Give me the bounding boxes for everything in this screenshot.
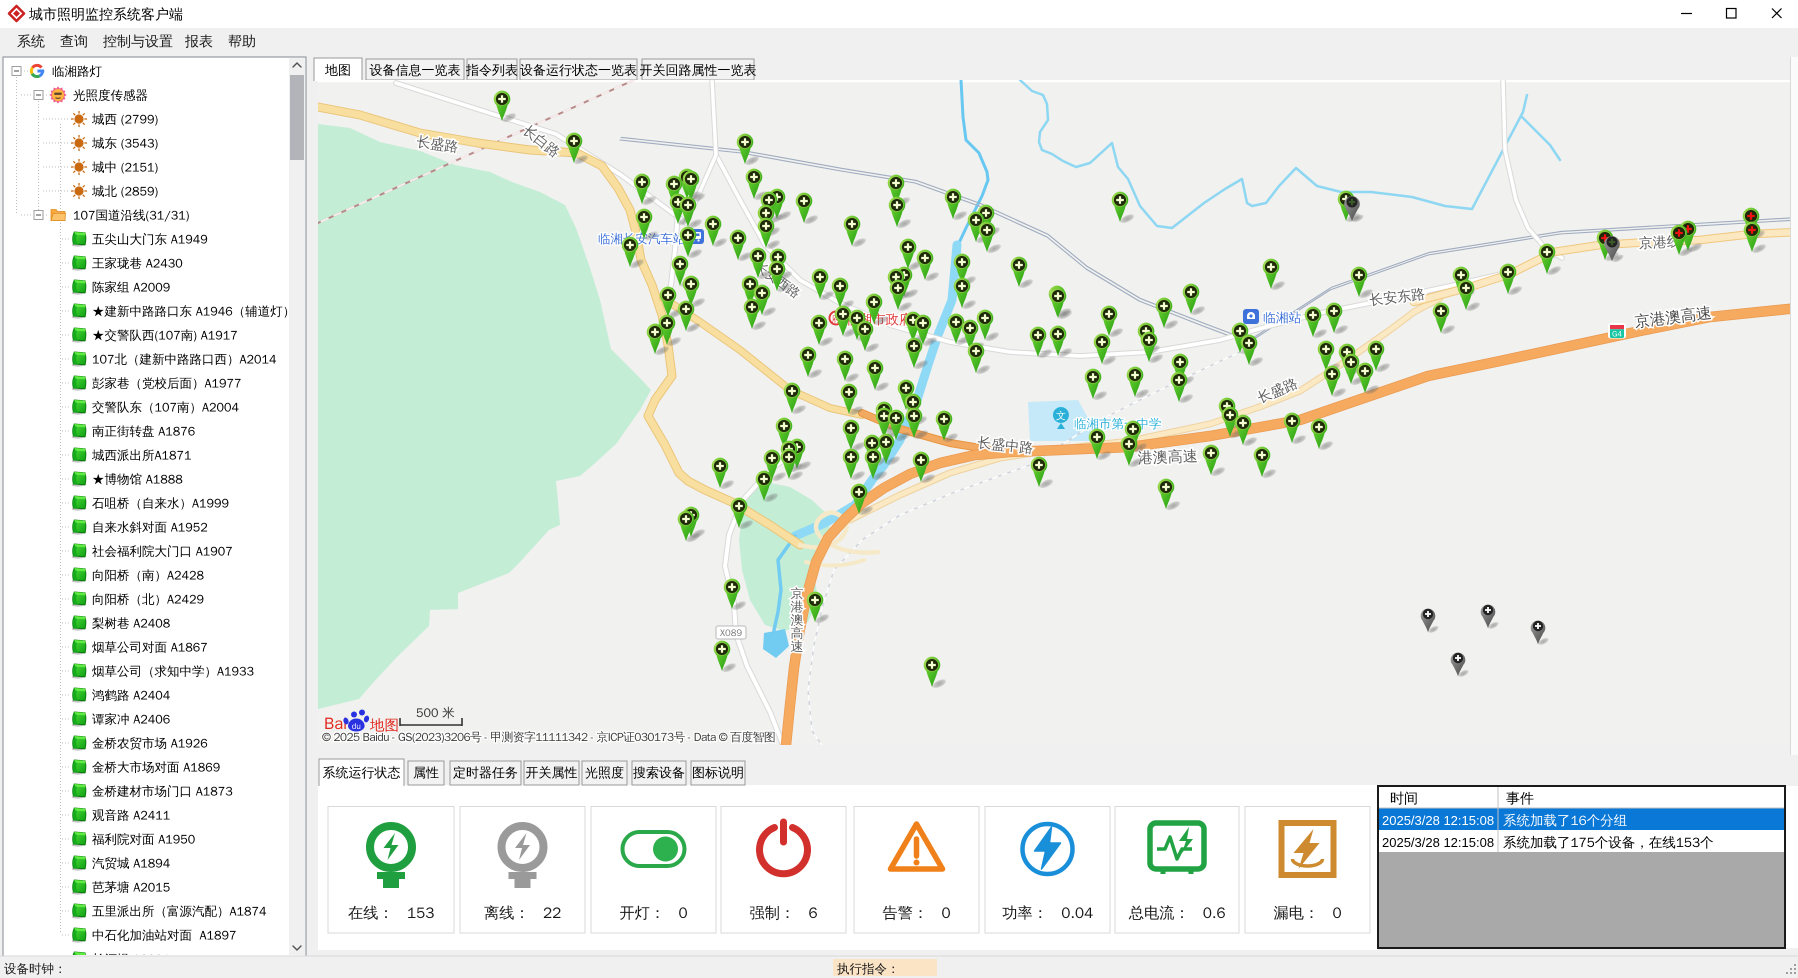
svg-text:2025/3/28 12:15:08: 2025/3/28 12:15:08	[1382, 835, 1494, 850]
svg-text:2025/3/28 12:15:08: 2025/3/28 12:15:08	[1382, 813, 1494, 828]
